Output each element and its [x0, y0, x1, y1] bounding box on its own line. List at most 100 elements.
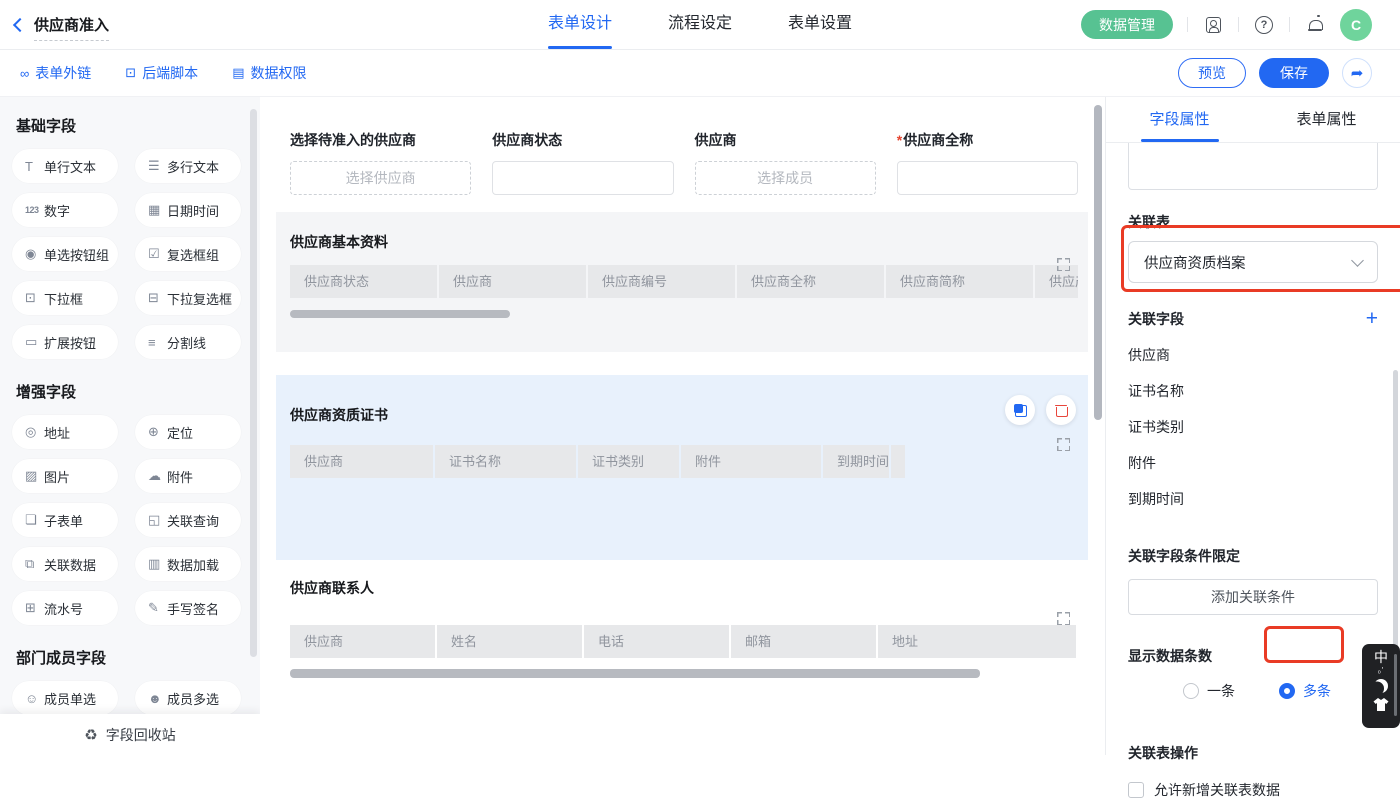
related-table-select[interactable]: 供应商资质档案 — [1128, 241, 1378, 283]
sidebar-field-item[interactable]: T 单行文本 — [12, 149, 118, 183]
tab-form-properties[interactable]: 表单属性 — [1253, 97, 1400, 142]
code-icon: ⊡ — [125, 65, 136, 81]
allow-add-related-data-checkbox[interactable]: 允许新增关联表数据 — [1128, 780, 1378, 800]
sidebar-section-basic: 基础字段 T 单行文本 ☰ 多行文本 123 数字 — [12, 115, 248, 359]
sidebar-field-item[interactable]: ☻ 成员多选 — [135, 681, 241, 715]
sidebar-field-item[interactable]: ◱ 关联查询 — [135, 503, 241, 537]
notification-bell-icon[interactable] — [1304, 14, 1326, 36]
subform-supplier-certificates-selected[interactable]: 供应商资质证书 供应商证书名称证书类别附件到期时间 — [276, 375, 1088, 560]
display-count-label: 显示数据条数 — [1128, 646, 1378, 666]
sidebar-field-item[interactable]: ⊡ 下拉框 — [12, 281, 118, 315]
shirt-icon[interactable] — [1373, 698, 1389, 711]
select-icon: ⊡ — [25, 290, 44, 306]
field-supplier[interactable]: 供应商 选择成员 — [695, 130, 876, 195]
field-supplier-status[interactable]: 供应商状态 — [492, 130, 673, 195]
subform-supplier-contacts[interactable]: 供应商联系人 供应商姓名电话邮箱地址 — [276, 570, 1088, 705]
related-field-item[interactable]: 证书名称 — [1128, 381, 1378, 401]
sidebar-field-item[interactable]: ▨ 图片 — [12, 459, 118, 493]
horizontal-scrollbar[interactable] — [290, 310, 510, 318]
sidebar-field-item[interactable]: ☺ 成员单选 — [12, 681, 118, 715]
sidebar-field-item[interactable]: ☰ 多行文本 — [135, 149, 241, 183]
subform-column-header: 供应商 — [290, 445, 433, 478]
sidebar-field-item[interactable]: ▦ 日期时间 — [135, 193, 241, 227]
subform-column-header: 供应商状态 — [290, 265, 437, 298]
supplier-picker-input[interactable]: 选择供应商 — [290, 161, 471, 195]
horizontal-scrollbar[interactable] — [290, 669, 980, 678]
address-book-icon[interactable] — [1202, 14, 1224, 36]
tab-field-properties[interactable]: 字段属性 — [1106, 97, 1253, 142]
user-avatar[interactable]: C — [1340, 9, 1372, 41]
sidebar-field-item[interactable]: ❏ 子表单 — [12, 503, 118, 537]
ime-language-indicator[interactable]: 中 — [1374, 649, 1388, 665]
expand-icon[interactable] — [1057, 438, 1070, 451]
sidebar-field-item[interactable]: ⧉ 关联数据 — [12, 547, 118, 581]
radio-option-single[interactable]: 一条 — [1183, 681, 1235, 701]
form-title[interactable]: 供应商准入 — [34, 14, 109, 41]
sidebar-scrollbar[interactable] — [250, 109, 257, 657]
sidebar-field-item[interactable]: ⊕ 定位 — [135, 415, 241, 449]
subform-title: 供应商基本资料 — [290, 232, 1078, 252]
divider — [1238, 17, 1239, 32]
data-manage-button[interactable]: 数据管理 — [1081, 10, 1173, 39]
field-title-input-partial[interactable] — [1128, 143, 1378, 190]
field-supplier-full-name[interactable]: *供应商全称 — [897, 130, 1078, 195]
serial-number-icon: ⊞ — [25, 600, 44, 616]
member-picker-input[interactable]: 选择成员 — [695, 161, 876, 195]
add-condition-button[interactable]: 添加关联条件 — [1128, 579, 1378, 615]
ime-widget[interactable]: 中 ₒ' — [1362, 644, 1400, 728]
sidebar-field-item[interactable]: ◉ 单选按钮组 — [12, 237, 118, 271]
tab-form-setting[interactable]: 表单设置 — [788, 0, 852, 50]
backend-script-link[interactable]: ⊡ 后端脚本 — [125, 63, 198, 83]
ime-handle[interactable] — [1394, 654, 1397, 716]
copy-field-button[interactable] — [1005, 395, 1035, 425]
subform-column-header: 供应商简称 — [886, 265, 1033, 298]
related-field-item[interactable]: 供应商 — [1128, 345, 1378, 365]
sidebar-field-item[interactable]: ▥ 数据加载 — [135, 547, 241, 581]
related-field-item[interactable]: 附件 — [1128, 453, 1378, 473]
sidebar-field-item[interactable]: ☁ 附件 — [135, 459, 241, 493]
sidebar-field-item[interactable]: ⊟ 下拉复选框 — [135, 281, 241, 315]
tab-form-design[interactable]: 表单设计 — [548, 0, 612, 50]
form-external-link[interactable]: ∞ 表单外链 — [20, 63, 91, 83]
sidebar-field-item[interactable]: ◎ 地址 — [12, 415, 118, 449]
sidebar-field-item[interactable]: 123 数字 — [12, 193, 118, 227]
number-icon: 123 — [25, 205, 44, 215]
delete-field-button[interactable] — [1046, 395, 1076, 425]
expand-icon[interactable] — [1057, 612, 1070, 625]
add-related-field-icon[interactable]: + — [1366, 310, 1378, 328]
subform-column-header: 供应商 — [439, 265, 586, 298]
ime-punctuation-indicator[interactable]: ₒ' — [1378, 667, 1385, 674]
sidebar-field-item[interactable]: ☑ 复选框组 — [135, 237, 241, 271]
radio-option-multiple[interactable]: 多条 — [1279, 681, 1331, 701]
sidebar-field-item[interactable]: ✎ 手写签名 — [135, 591, 241, 625]
single-line-text-icon: T — [25, 159, 44, 174]
share-button[interactable]: ➦ — [1342, 58, 1372, 88]
form-design-canvas: 选择待准入的供应商 选择供应商 供应商状态 供应商 选择成员 *供应商全称 供应… — [260, 97, 1105, 755]
sidebar-field-item[interactable]: ⊞ 流水号 — [12, 591, 118, 625]
expand-icon[interactable] — [1057, 258, 1070, 271]
sidebar-field-item[interactable]: ≡ 分割线 — [135, 325, 241, 359]
data-permission-link[interactable]: ▤ 数据权限 — [232, 63, 306, 83]
back-button[interactable] — [0, 0, 34, 50]
share-arrow-icon: ➦ — [1351, 66, 1364, 81]
related-field-item[interactable]: 证书类别 — [1128, 417, 1378, 437]
subform-title: 供应商联系人 — [290, 578, 1078, 598]
preview-button[interactable]: 预览 — [1178, 58, 1246, 88]
subform-column-header: 到期时间 — [823, 445, 889, 478]
divider — [1289, 17, 1290, 32]
tab-flow-setting[interactable]: 流程设定 — [668, 0, 732, 50]
field-select-pending-supplier[interactable]: 选择待准入的供应商 选择供应商 — [290, 130, 471, 195]
related-field-item[interactable]: 到期时间 — [1128, 489, 1378, 509]
canvas-vertical-scrollbar[interactable] — [1094, 105, 1102, 420]
related-table-label: 关联表 — [1128, 212, 1378, 232]
supplier-full-name-input[interactable] — [897, 161, 1078, 195]
subform-supplier-basic-info[interactable]: 供应商基本资料 供应商状态供应商供应商编号供应商全称供应商简称供应产 — [276, 212, 1088, 352]
help-icon[interactable]: ? — [1253, 14, 1275, 36]
supplier-status-input[interactable] — [492, 161, 673, 195]
field-recycle-bin[interactable]: ♻ 字段回收站 — [0, 714, 260, 755]
moon-icon[interactable] — [1374, 679, 1388, 693]
sidebar-field-item[interactable]: ▭ 扩展按钮 — [12, 325, 118, 359]
data-load-icon: ▥ — [148, 556, 167, 572]
subform-column-header: 供应商编号 — [588, 265, 735, 298]
save-button[interactable]: 保存 — [1259, 58, 1329, 88]
